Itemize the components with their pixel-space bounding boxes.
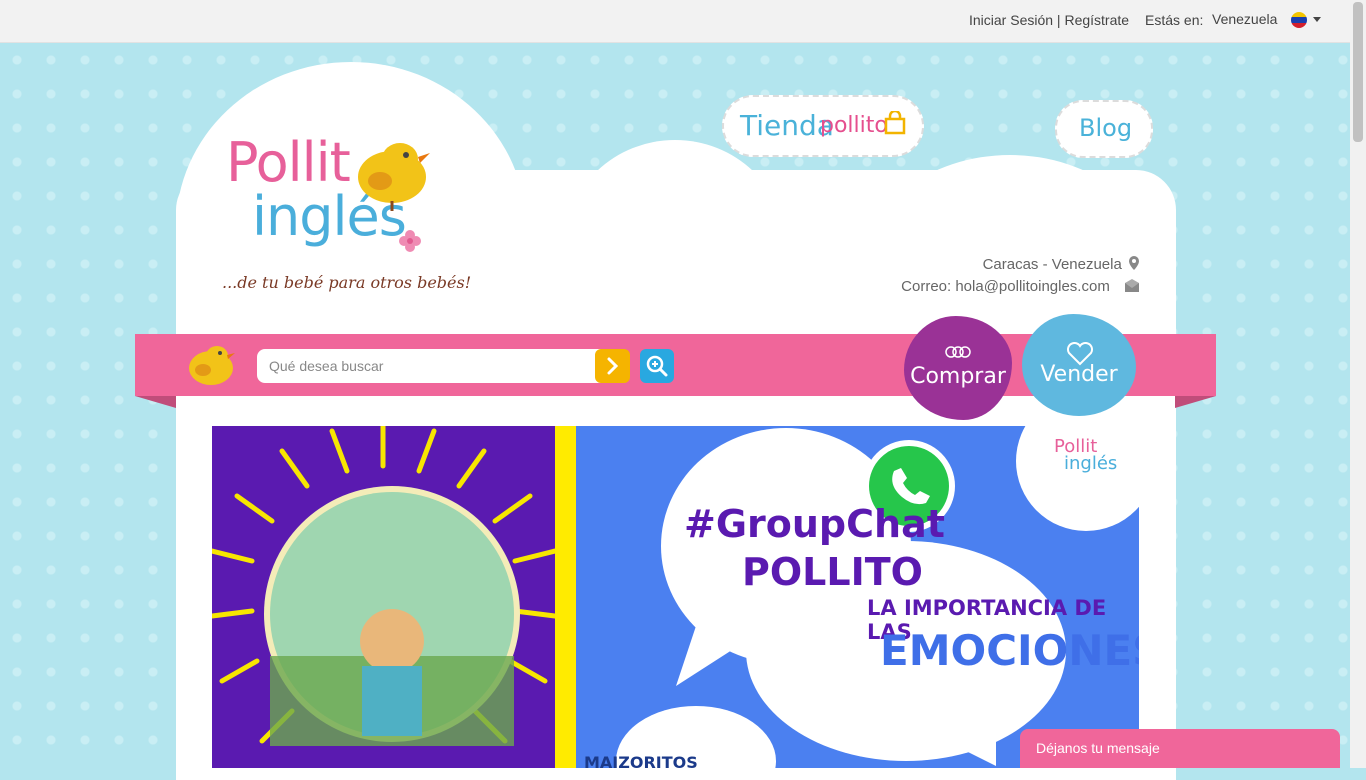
location-label: Estás en: bbox=[1145, 12, 1204, 28]
search-input[interactable] bbox=[257, 349, 587, 383]
ribbon-fold-left bbox=[135, 396, 176, 408]
flower-outline-icon bbox=[945, 346, 971, 358]
banner-yellow-stripe bbox=[555, 426, 576, 768]
contact-city: Caracas - Venezuela bbox=[983, 255, 1140, 273]
search-icon bbox=[646, 355, 668, 377]
map-pin-icon bbox=[1129, 256, 1139, 270]
venezuela-flag-icon[interactable] bbox=[1291, 12, 1307, 28]
banner-hashtag: #GroupChat bbox=[684, 502, 945, 546]
advanced-search-button[interactable] bbox=[640, 349, 674, 383]
ribbon-fold-right bbox=[1175, 396, 1216, 408]
chick-icon bbox=[189, 346, 235, 385]
chevron-down-icon[interactable] bbox=[1313, 17, 1321, 22]
flower-icon bbox=[399, 230, 421, 252]
search-submit-button[interactable] bbox=[595, 349, 630, 383]
banner-logo: Pollit inglés bbox=[1054, 436, 1118, 474]
envelope-icon bbox=[1125, 279, 1139, 292]
tienda-pollito-link[interactable]: Tienda pollito bbox=[722, 95, 924, 157]
sunburst-rays bbox=[212, 426, 555, 746]
comprar-button[interactable]: Comprar bbox=[904, 316, 1012, 420]
hero-banner[interactable]: #GroupChat POLLITO LA IMPORTANCIA DE LAS… bbox=[212, 426, 1139, 768]
login-register-link[interactable]: Iniciar Sesión | Regístrate bbox=[969, 12, 1129, 28]
top-bar: Iniciar Sesión | Regístrate Estás en: Ve… bbox=[0, 0, 1350, 43]
chat-widget[interactable]: Déjanos tu mensaje bbox=[1020, 729, 1340, 768]
search-box bbox=[257, 349, 630, 383]
banner-sunburst-panel bbox=[212, 426, 555, 768]
location-value[interactable]: Venezuela bbox=[1212, 11, 1277, 27]
page-scrollbar[interactable] bbox=[1350, 0, 1366, 768]
contact-email: Correo: hola@pollitoingles.com bbox=[901, 278, 1140, 295]
blog-link[interactable]: Blog bbox=[1055, 100, 1153, 158]
banner-emociones: EMOCIONES bbox=[880, 626, 1139, 675]
chick-icon bbox=[358, 143, 430, 211]
pollito-ingles-logo[interactable]: Pollit inglés ...de tu bebé para otros b… bbox=[222, 125, 471, 305]
banner-brand: MAIZORITOS bbox=[584, 753, 698, 768]
chevron-right-icon bbox=[607, 357, 619, 375]
shopping-bag-icon bbox=[884, 111, 906, 135]
banner-pollito: POLLITO bbox=[742, 550, 923, 594]
scrollbar-thumb[interactable] bbox=[1353, 2, 1363, 142]
